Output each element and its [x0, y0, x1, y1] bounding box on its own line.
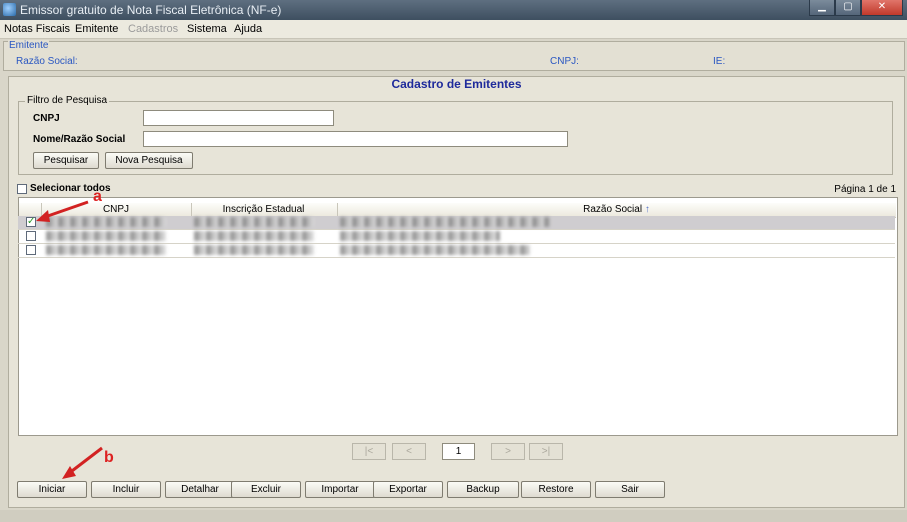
annotation-arrow-b — [62, 446, 103, 479]
annotation-overlay — [36, 200, 103, 479]
annotation-label-b: b — [104, 449, 114, 466]
status-bar — [0, 510, 907, 522]
annotation-arrow-a — [36, 200, 89, 222]
annotation-label-a: a — [93, 188, 102, 205]
